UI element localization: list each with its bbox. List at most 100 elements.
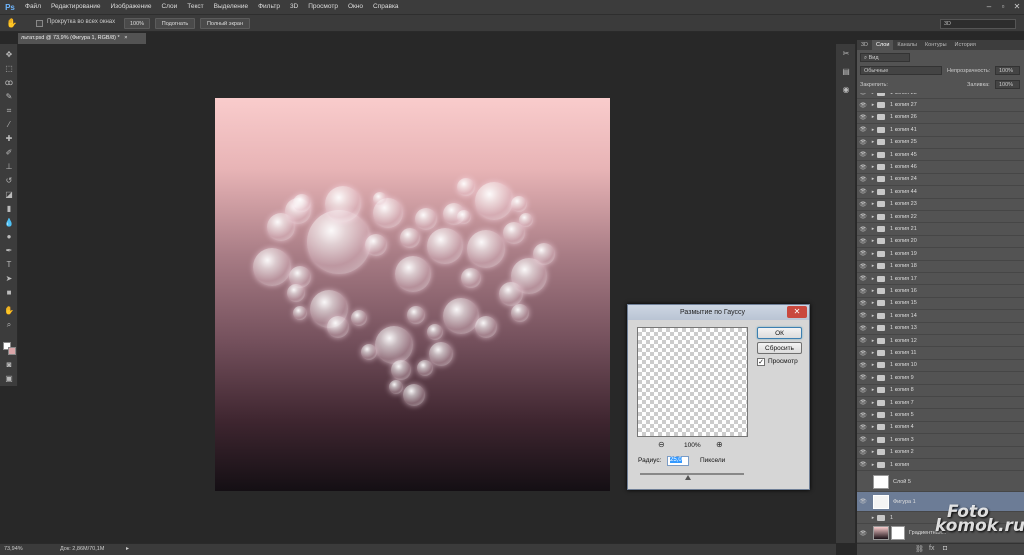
eye-icon[interactable]: 👁 <box>857 300 869 307</box>
move-tool-icon[interactable]: ✥ <box>3 50 15 60</box>
expand-arrow-icon[interactable]: ▸ <box>869 201 877 207</box>
expand-arrow-icon[interactable]: ▸ <box>869 214 877 220</box>
expand-arrow-icon[interactable]: ▸ <box>869 350 877 356</box>
eye-icon[interactable]: 👁 <box>857 213 869 220</box>
layer-row[interactable]: 👁 ▸ 1 копия 26 <box>857 112 1024 125</box>
expand-arrow-icon[interactable]: ▸ <box>869 238 877 244</box>
brush-preset-icon[interactable]: ▤ <box>840 66 852 78</box>
layer-row[interactable]: 👁 ▸ 1 копия 18 <box>857 261 1024 273</box>
dodge-tool-icon[interactable]: ● <box>3 232 15 242</box>
reset-button[interactable]: Сбросить <box>757 342 802 354</box>
menu-item[interactable]: Редактирование <box>46 0 106 14</box>
layer-row[interactable]: 👁 ▸ 1 копия 23 <box>857 199 1024 211</box>
screen-mode-icon[interactable]: ▣ <box>3 374 15 384</box>
zoom-100-button[interactable]: 100% <box>124 18 150 29</box>
close-window-button[interactable]: ✕ <box>1010 0 1024 14</box>
expand-arrow-icon[interactable]: ▸ <box>869 189 877 195</box>
eye-icon[interactable]: 👁 <box>857 424 869 431</box>
layer-row[interactable]: 👁 ▸ 1 копия 17 <box>857 273 1024 286</box>
layer-row[interactable]: 👁 ▸ 1 копия 15 <box>857 298 1024 311</box>
lasso-tool-icon[interactable]: ꝏ <box>3 78 15 88</box>
gradient-tool-icon[interactable]: ▮ <box>3 204 15 214</box>
expand-arrow-icon[interactable]: ▸ <box>869 127 877 133</box>
expand-arrow-icon[interactable]: ▸ <box>869 263 877 269</box>
layer-row[interactable]: 👁 ▸ 1 копия 22 <box>857 211 1024 224</box>
background-color-swatch[interactable] <box>8 347 16 355</box>
eye-icon[interactable]: 👁 <box>857 498 869 505</box>
eye-icon[interactable]: 👁 <box>857 387 869 394</box>
layer-row[interactable]: 👁 ▸ 1 копия 13 <box>857 323 1024 335</box>
ok-button[interactable]: ОК <box>757 327 802 339</box>
eye-icon[interactable]: 👁 <box>857 325 869 332</box>
expand-arrow-icon[interactable]: ▸ <box>869 362 877 368</box>
tab-paths[interactable]: Контуры <box>921 40 951 50</box>
layer-row[interactable]: 👁 ▸ 1 копия 41 <box>857 124 1024 137</box>
layer-row[interactable]: 👁 ▸ 1 копия 7 <box>857 397 1024 410</box>
pen-tool-icon[interactable]: ✒ <box>3 246 15 256</box>
eye-icon[interactable]: 👁 <box>857 238 869 245</box>
layer-row[interactable]: 👁 ▸ 1 копия 5 <box>857 409 1024 422</box>
tools-preset-icon[interactable]: ✂ <box>840 48 852 60</box>
expand-arrow-icon[interactable]: ▸ <box>869 251 877 257</box>
eye-icon[interactable]: 👁 <box>857 139 869 146</box>
fill-screen-button[interactable]: Полный экран <box>200 18 250 29</box>
eye-icon[interactable]: 👁 <box>857 201 869 208</box>
eye-icon[interactable]: 👁 <box>857 114 869 121</box>
layer-row[interactable]: 👁 ▸ 1 копия 46 <box>857 161 1024 174</box>
eye-icon[interactable]: 👁 <box>857 530 869 537</box>
expand-arrow-icon[interactable]: ▸ <box>869 313 877 319</box>
eye-icon[interactable]: 👁 <box>857 250 869 257</box>
expand-arrow-icon[interactable]: ▸ <box>869 462 877 468</box>
menu-item[interactable]: Просмотр <box>303 0 343 14</box>
marquee-tool-icon[interactable]: ⬚ <box>3 64 15 74</box>
type-tool-icon[interactable]: T <box>3 260 15 270</box>
eye-icon[interactable]: 👁 <box>857 436 869 443</box>
shape-tool-icon[interactable]: ■ <box>3 288 15 298</box>
hand-tool-icon-2[interactable]: ✋ <box>3 306 15 316</box>
eye-icon[interactable]: 👁 <box>857 350 869 357</box>
layer-row[interactable]: 👁 ▸ 1 копия 24 <box>857 174 1024 187</box>
layer-row[interactable]: 👁 ▸ 1 копия 16 <box>857 285 1024 298</box>
quick-select-tool-icon[interactable]: ✎ <box>3 92 15 102</box>
layer-row[interactable]: 👁 ▸ 1 копия 44 <box>857 186 1024 199</box>
eye-icon[interactable]: 👁 <box>857 151 869 158</box>
tab-history[interactable]: История <box>951 40 980 50</box>
layer-row[interactable]: 👁 ▸ 1 копия 3 <box>857 434 1024 447</box>
expand-arrow-icon[interactable]: ▸ <box>869 102 877 108</box>
layer-row[interactable]: 👁 ▸ 1 копия 19 <box>857 248 1024 261</box>
layer-row[interactable]: 👁 ▸ 1 копия 14 <box>857 310 1024 323</box>
eye-icon[interactable]: 👁 <box>857 412 869 419</box>
expand-arrow-icon[interactable]: ▸ <box>869 387 877 393</box>
expand-arrow-icon[interactable]: ▸ <box>869 325 877 331</box>
menu-item[interactable]: Выделение <box>209 0 253 14</box>
menu-item[interactable]: Файл <box>20 0 46 14</box>
blur-tool-icon[interactable]: 💧 <box>3 218 15 228</box>
layer-row[interactable]: 👁 ▸ 1 копия 8 <box>857 385 1024 397</box>
preview-checkbox[interactable]: ✓ <box>757 358 765 366</box>
eye-icon[interactable]: 👁 <box>857 188 869 195</box>
layer-row[interactable]: 👁 ▸ 1 копия 27 <box>857 99 1024 112</box>
scroll-all-windows-checkbox[interactable] <box>36 20 43 27</box>
fx-icon[interactable]: fx <box>929 545 934 552</box>
expand-arrow-icon[interactable]: ▸ <box>869 400 877 406</box>
expand-arrow-icon[interactable]: ▸ <box>869 226 877 232</box>
layer-row[interactable]: 👁 ▸ 1 копия 9 <box>857 372 1024 385</box>
expand-arrow-icon[interactable]: ▸ <box>869 515 877 521</box>
crop-tool-icon[interactable]: ⌗ <box>3 106 15 116</box>
expand-arrow-icon[interactable]: ▸ <box>869 424 877 430</box>
eye-icon[interactable]: 👁 <box>857 399 869 406</box>
eye-icon[interactable]: 👁 <box>857 126 869 133</box>
link-layers-icon[interactable]: ⛓ <box>915 545 924 553</box>
eraser-tool-icon[interactable]: ◪ <box>3 190 15 200</box>
menu-item[interactable]: Текст <box>182 0 208 14</box>
menu-item[interactable]: Справка <box>368 0 404 14</box>
expand-arrow-icon[interactable]: ▸ <box>869 288 877 294</box>
menu-item[interactable]: Окно <box>343 0 368 14</box>
expand-arrow-icon[interactable]: ▸ <box>869 300 877 306</box>
menu-item[interactable]: Изображение <box>106 0 157 14</box>
menu-item[interactable]: Слои <box>156 0 182 14</box>
eye-icon[interactable]: 👁 <box>857 362 869 369</box>
expand-arrow-icon[interactable]: ▸ <box>869 164 877 170</box>
add-mask-icon[interactable]: ◘ <box>943 545 947 552</box>
tab-layers[interactable]: Слои <box>872 40 894 50</box>
